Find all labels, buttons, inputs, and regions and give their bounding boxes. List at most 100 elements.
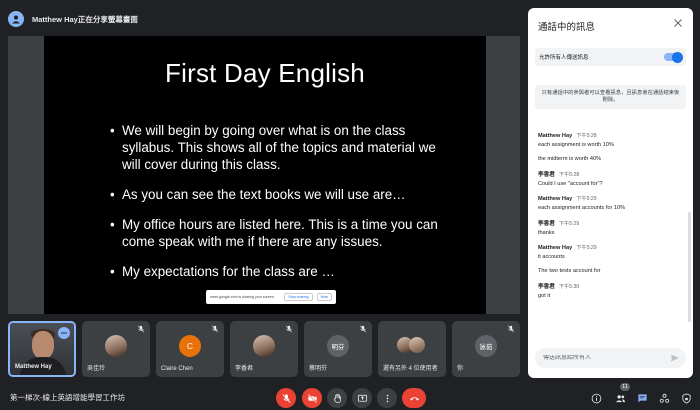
raise-hand-button[interactable]: [327, 388, 347, 408]
participant-avatar: 明芬: [327, 335, 349, 357]
chat-message: 李香君 下午5:28 Could I use "account for"?: [538, 170, 678, 187]
chat-message: Matthew Hay 下午5:29 it accounts The two te…: [538, 244, 678, 274]
participant-avatar: 詠茹: [475, 335, 497, 357]
participant-name: 還有另外 4 位使用者: [383, 366, 438, 372]
mic-off-icon: [285, 325, 293, 333]
message-text: thanks: [538, 230, 555, 236]
participant-tile[interactable]: 李香君: [230, 321, 298, 377]
share-notice-text: meet.google.com is sharing your screen.: [210, 295, 275, 299]
slide-bullet: My office hours are listed here. This is…: [110, 216, 440, 250]
self-tile[interactable]: 詠茹 你: [452, 321, 520, 377]
message-time: 下午5:29: [558, 221, 580, 227]
mic-off-icon: [281, 393, 291, 403]
message-sender: Matthew Hay: [538, 133, 573, 139]
participant-count-badge: 11: [620, 383, 630, 391]
chat-icon: [637, 393, 647, 402]
mic-off-icon: [507, 325, 515, 333]
chat-button[interactable]: [636, 392, 648, 404]
mic-toggle-button[interactable]: [276, 388, 296, 408]
chat-message: 李香君 下午5:30 got it: [538, 282, 678, 299]
participant-name: 你: [457, 366, 464, 372]
shield-lock-icon: [681, 392, 691, 404]
leave-call-button[interactable]: [402, 388, 426, 408]
slide-bullets: We will begin by going over what is on t…: [110, 122, 440, 293]
shared-screen: First Day English We will begin by going…: [8, 36, 520, 314]
participant-name: Claire Chen: [161, 366, 193, 372]
participant-strip: Matthew Hay 吳佳玲 C Claire Chen 李香君 明芬 蔡明芬…: [8, 321, 520, 377]
send-icon[interactable]: [670, 353, 680, 363]
participant-name: Matthew Hay: [15, 364, 52, 370]
present-icon: [357, 394, 367, 402]
slide-bullet: We will begin by going over what is on t…: [110, 122, 440, 173]
participant-avatar: [409, 337, 425, 353]
message-time: 下午5:29: [576, 245, 597, 251]
present-screen-button[interactable]: [352, 388, 372, 408]
hand-icon: [333, 393, 341, 403]
message-time: 下午5:28: [558, 172, 580, 178]
message-sender: 李香君: [538, 284, 555, 290]
mic-off-icon: [211, 325, 219, 333]
meeting-details-button[interactable]: [590, 392, 602, 404]
more-options-button[interactable]: [377, 388, 397, 408]
message-text: it accounts: [538, 254, 565, 260]
camera-toggle-button[interactable]: [302, 388, 322, 408]
chat-panel: 通話中的訊息 允許所有人傳送訊息 只有通話中的參與者可以查看訊息，且訊息會在通話…: [528, 8, 693, 378]
camera-off-icon: [307, 393, 317, 403]
slide-bullet: As you can see the text books we will us…: [110, 186, 440, 203]
presenter-title: Matthew Hay正在分享螢幕畫面: [32, 14, 138, 24]
slide-bullet: My expectations for the class are …: [110, 263, 440, 280]
hang-up-icon: [409, 396, 419, 401]
message-sender: Matthew Hay: [538, 196, 573, 202]
activities-icon: [659, 393, 669, 403]
allow-messages-toggle[interactable]: [664, 51, 683, 63]
participant-avatar: [105, 335, 127, 357]
slide-title: First Day English: [165, 58, 365, 88]
chat-message-input[interactable]: [543, 355, 670, 361]
participant-avatar: C: [179, 335, 201, 357]
allow-messages-label: 允許所有人傳送訊息: [539, 55, 589, 61]
message-text: each assignment accounts for 10%: [538, 205, 626, 211]
chat-messages: Matthew Hay 下午5:28 each assignment is wor…: [538, 132, 678, 307]
message-text: each assignment is worth 10%: [538, 142, 614, 148]
participant-tile[interactable]: 明芬 蔡明芬: [304, 321, 372, 377]
message-sender: 李香君: [538, 221, 555, 227]
message-sender: 李香君: [538, 172, 555, 178]
participant-name: 蔡明芬: [309, 366, 328, 372]
participant-avatar: [253, 335, 275, 357]
stop-sharing-button[interactable]: Stop sharing: [284, 293, 313, 301]
mic-off-icon: [137, 325, 145, 333]
participant-tile[interactable]: Matthew Hay: [8, 321, 76, 377]
meet-app: Matthew Hay正在分享螢幕畫面 First Day English We…: [0, 0, 700, 410]
allow-messages-row: 允許所有人傳送訊息: [535, 48, 686, 66]
activities-button[interactable]: [658, 392, 670, 404]
message-text: The two tests account for: [538, 268, 601, 274]
more-options-icon[interactable]: [58, 327, 70, 339]
message-text: Could I use "account for"?: [538, 181, 603, 187]
participant-tile[interactable]: C Claire Chen: [156, 321, 224, 377]
host-controls-button[interactable]: [680, 392, 692, 404]
message-text: the midterm is worth 40%: [538, 156, 602, 162]
chat-panel-title: 通話中的訊息: [538, 22, 596, 33]
message-time: 下午5:29: [576, 196, 597, 202]
chat-message: Matthew Hay 下午5:28 each assignment is wor…: [538, 132, 678, 162]
message-sender: Matthew Hay: [538, 245, 573, 251]
people-button[interactable]: [614, 392, 626, 404]
close-icon[interactable]: [673, 18, 683, 28]
hide-button[interactable]: Hide: [316, 293, 332, 301]
chat-message: 李香君 下午5:29 thanks: [538, 219, 678, 236]
chat-scrollbar[interactable]: [688, 212, 691, 322]
more-vert-icon: [386, 394, 388, 402]
message-time: 下午5:28: [576, 133, 597, 139]
participant-name: 李香君: [235, 366, 254, 372]
participant-tile[interactable]: 吳佳玲: [82, 321, 150, 377]
message-text: got it: [538, 293, 551, 299]
presenter-banner: Matthew Hay正在分享螢幕畫面: [8, 8, 520, 30]
participant-name: 吳佳玲: [87, 366, 106, 372]
message-time: 下午5:30: [558, 284, 580, 290]
control-bar: 第一梯次-線上英語增能學習工作坊: [0, 380, 700, 410]
participant-group-tile[interactable]: 還有另外 4 位使用者: [378, 321, 446, 377]
screen-share-notice: meet.google.com is sharing your screen. …: [206, 290, 336, 304]
meeting-name: 第一梯次-線上英語增能學習工作坊: [10, 393, 125, 402]
chat-message: Matthew Hay 下午5:29 each assignment accoun…: [538, 195, 678, 211]
chat-notice: 只有通話中的參與者可以查看訊息，且訊息會在通話結束後刪除。: [535, 85, 686, 109]
